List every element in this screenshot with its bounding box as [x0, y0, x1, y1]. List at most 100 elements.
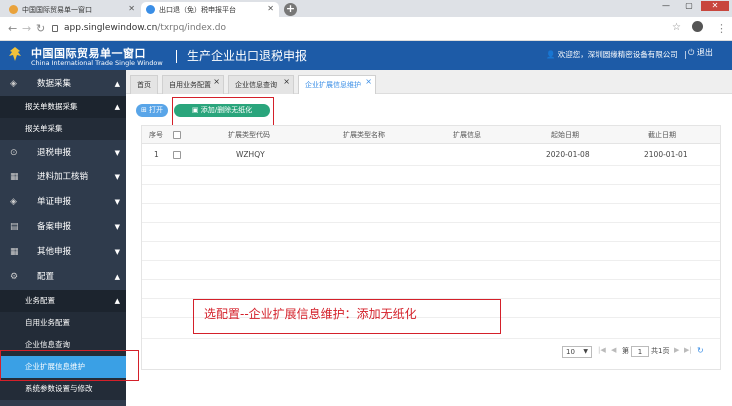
- open-label: 打开: [149, 106, 164, 114]
- tab-label: 自用业务配置: [169, 81, 211, 89]
- sidebar-item-label: 退税申报: [37, 148, 72, 158]
- sidebar-item-label: 企业信息查询: [25, 340, 70, 349]
- browser-tab-single-window[interactable]: 中国国际贸易单一窗口 ✕: [4, 2, 140, 17]
- browser-tab-tax-platform[interactable]: 出口退（免）税申报平台 ✕: [141, 2, 279, 17]
- page-size-select[interactable]: 10 ▼: [562, 346, 592, 358]
- lock-icon: [52, 25, 58, 32]
- chevron-down-icon: ▼: [114, 149, 120, 157]
- sidebar-item-config[interactable]: ⚙ 配置 ▲: [0, 267, 126, 288]
- window-maximize-button[interactable]: ▢: [678, 1, 700, 11]
- page-number-input[interactable]: 1: [631, 346, 649, 357]
- close-icon[interactable]: ×: [213, 72, 220, 91]
- browser-tab-strip: 中国国际贸易单一窗口 ✕ 出口退（免）税申报平台 ✕ + — ▢ ✕: [0, 0, 732, 17]
- close-tab-icon[interactable]: ✕: [128, 4, 135, 13]
- close-icon[interactable]: ×: [283, 72, 290, 91]
- reload-icon[interactable]: ↻: [36, 22, 45, 35]
- close-tab-icon[interactable]: ✕: [267, 4, 274, 13]
- browser-tab-label: 中国国际贸易单一窗口: [22, 6, 92, 14]
- power-icon: ⏻: [688, 48, 695, 57]
- window-minimize-button[interactable]: —: [655, 1, 677, 11]
- gear-icon: ⚙: [10, 272, 19, 282]
- sidebar-item-processing[interactable]: ▦ 进料加工核销 ▼: [0, 167, 126, 188]
- sidebar-item-customs-data[interactable]: 报关单数据采集 ▲: [0, 96, 126, 118]
- app-title-english: China International Trade Single Window: [31, 59, 163, 67]
- url-field[interactable]: app.singlewindow.cn/txrpq/index.do: [64, 23, 226, 33]
- page-prefix: 第: [622, 347, 629, 355]
- cell-code: WZHQY: [236, 150, 265, 159]
- user-welcome-text: 欢迎您，深圳圆缘精密设备有限公司: [557, 50, 678, 59]
- sidebar-item-business-config[interactable]: 业务配置 ▲: [0, 290, 126, 312]
- prev-page-icon[interactable]: ◀: [611, 346, 616, 354]
- window-close-button[interactable]: ✕: [701, 1, 729, 11]
- sidebar-item-customs-collect[interactable]: 报关单采集: [0, 118, 126, 140]
- calendar-icon: ▦: [10, 172, 19, 182]
- last-page-icon[interactable]: ▶|: [684, 346, 692, 354]
- layers-icon: ◈: [10, 79, 17, 89]
- tab-enterprise-extension[interactable]: 企业扩展信息维护 ×: [298, 75, 376, 94]
- chevron-up-icon: ▲: [114, 297, 120, 305]
- open-button[interactable]: ⊞ 打开: [136, 104, 168, 117]
- url-host: app.singlewindow.cn: [64, 23, 158, 33]
- refund-icon: ⊙: [10, 148, 18, 158]
- sidebar-item-documents[interactable]: ◈ 单证申报 ▼: [0, 192, 126, 213]
- sidebar-item-label: 业务配置: [25, 296, 55, 305]
- app-header: 中国国际贸易单一窗口 China International Trade Sin…: [0, 41, 732, 70]
- close-icon[interactable]: ×: [365, 72, 372, 91]
- column-header-info[interactable]: 扩展信息: [453, 126, 481, 144]
- tab-home[interactable]: 首页: [130, 75, 158, 94]
- cell-end-date: 2100-01-01: [644, 150, 688, 159]
- tab-self-business[interactable]: 自用业务配置 ×: [162, 75, 224, 94]
- open-icon: ⊞: [140, 106, 147, 114]
- sidebar-item-label: 报关单数据采集: [25, 102, 78, 111]
- page-size-value: 10: [566, 348, 575, 356]
- row-checkbox[interactable]: [173, 151, 181, 159]
- column-header-code[interactable]: 扩展类型代码: [228, 126, 270, 144]
- cell-seq: 1: [154, 150, 159, 159]
- profile-avatar-icon[interactable]: [692, 21, 703, 32]
- sidebar-item-data-collection[interactable]: ◈ 数据采集 ▲: [0, 74, 126, 95]
- sidebar-item-filing[interactable]: ▤ 备案申报 ▼: [0, 217, 126, 238]
- sidebar-item-label: 配置: [37, 272, 55, 282]
- sidebar-item-label: 备案申报: [37, 222, 72, 232]
- refresh-icon[interactable]: ↻: [697, 346, 704, 355]
- sidebar-item-label: 报关单采集: [25, 124, 63, 133]
- page-total: 共1页: [651, 347, 670, 355]
- first-page-icon[interactable]: |◀: [598, 346, 606, 354]
- user-icon: 👤: [546, 50, 556, 59]
- sidebar-item-self-business[interactable]: 自用业务配置: [0, 312, 126, 334]
- logout-label: 退出: [696, 48, 713, 57]
- sidebar-item-label: 进料加工核销: [37, 172, 89, 182]
- user-info: 👤 欢迎您，深圳圆缘精密设备有限公司 |: [546, 50, 687, 59]
- sidebar-item-tax-refund[interactable]: ⊙ 退税申报 ▼: [0, 143, 126, 164]
- address-bar: ← → ↻ app.singlewindow.cn/txrpq/index.do…: [0, 17, 732, 41]
- column-header-seq: 序号: [149, 131, 163, 139]
- site-favicon-icon: [9, 5, 18, 14]
- forward-arrow-icon[interactable]: →: [22, 22, 31, 35]
- browser-tab-label: 出口退（免）税申报平台: [159, 6, 236, 14]
- next-page-icon[interactable]: ▶: [674, 346, 679, 354]
- system-name: 生产企业出口退税申报: [176, 47, 307, 64]
- system-name-label: 生产企业出口退税申报: [187, 49, 308, 63]
- chevron-down-icon: ▼: [114, 173, 120, 181]
- browser-menu-icon[interactable]: ⋮: [716, 22, 727, 35]
- sidebar-highlight-box: [0, 350, 139, 381]
- new-tab-button[interactable]: +: [284, 3, 297, 16]
- site-favicon-icon: [146, 5, 155, 14]
- tab-label: 企业信息查询: [235, 81, 277, 89]
- logout-button[interactable]: ⏻ 退出: [688, 47, 713, 58]
- bookmark-star-icon[interactable]: ☆: [672, 22, 681, 33]
- chevron-down-icon: ▼: [114, 223, 120, 231]
- sidebar-item-system-params[interactable]: 系统参数设置与修改: [0, 378, 126, 400]
- calendar-icon: ▦: [10, 247, 19, 257]
- cell-start-date: 2020-01-08: [546, 150, 590, 159]
- column-header-start[interactable]: 起始日期: [551, 126, 579, 144]
- book-icon: ▤: [10, 222, 19, 232]
- chevron-up-icon: ▲: [114, 273, 120, 281]
- back-arrow-icon[interactable]: ←: [8, 22, 17, 35]
- select-all-checkbox[interactable]: [173, 131, 181, 139]
- column-header-end[interactable]: 截止日期: [648, 126, 676, 144]
- sidebar-item-label: 数据采集: [37, 79, 72, 89]
- column-header-name[interactable]: 扩展类型名称: [343, 126, 385, 144]
- tab-enterprise-query[interactable]: 企业信息查询 ×: [228, 75, 294, 94]
- sidebar-item-other[interactable]: ▦ 其他申报 ▼: [0, 242, 126, 263]
